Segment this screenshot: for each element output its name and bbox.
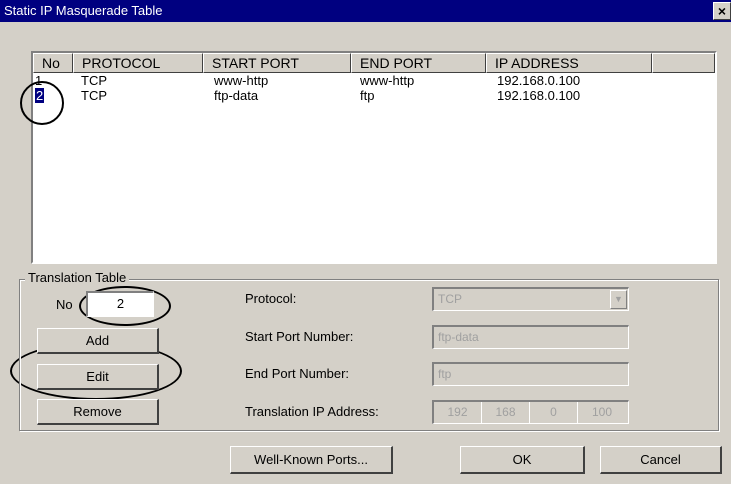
edit-button[interactable]: Edit	[37, 364, 159, 390]
start-port-label: Start Port Number:	[245, 329, 354, 344]
column-header-empty	[652, 53, 715, 73]
table-row-selected[interactable]: 2 TCP ftp-data ftp 192.168.0.100	[33, 88, 715, 103]
row-ip-address: 192.168.0.100	[497, 88, 581, 103]
start-port-field[interactable]: ftp-data	[432, 325, 629, 349]
row-end-port: ftp	[360, 88, 375, 103]
column-header-end-port[interactable]: END PORT	[351, 53, 486, 73]
ip-octet-4[interactable]: 100	[578, 402, 626, 423]
window-title: Static IP Masquerade Table	[4, 3, 163, 18]
well-known-ports-button[interactable]: Well-Known Ports...	[230, 446, 393, 474]
ip-octet-3[interactable]: 0	[530, 402, 578, 423]
no-label: No	[56, 297, 73, 312]
row-start-port: www-http	[214, 73, 269, 88]
row-protocol: TCP	[81, 73, 107, 88]
add-button[interactable]: Add	[37, 328, 159, 354]
end-port-field[interactable]: ftp	[432, 362, 629, 386]
no-input[interactable]: 2	[86, 291, 154, 317]
remove-button[interactable]: Remove	[37, 399, 159, 425]
row-ip-address: 192.168.0.100	[497, 73, 581, 88]
ip-octet-2[interactable]: 168	[482, 402, 530, 423]
close-button[interactable]: ×	[713, 2, 731, 20]
column-header-protocol[interactable]: PROTOCOL	[73, 53, 203, 73]
protocol-select[interactable]: TCP ▼	[432, 287, 629, 311]
row-protocol: TCP	[81, 88, 107, 103]
column-header-ip-address[interactable]: IP ADDRESS	[486, 53, 652, 73]
ip-octet-1[interactable]: 192	[434, 402, 482, 423]
list-header: No PROTOCOL START PORT END PORT IP ADDRE…	[33, 53, 715, 73]
end-port-label: End Port Number:	[245, 366, 350, 381]
cancel-button[interactable]: Cancel	[600, 446, 722, 474]
translation-ip-label: Translation IP Address:	[245, 404, 379, 419]
protocol-label: Protocol:	[245, 291, 297, 306]
row-start-port: ftp-data	[214, 88, 259, 103]
row-end-port: www-http	[360, 73, 415, 88]
masquerade-list[interactable]: No PROTOCOL START PORT END PORT IP ADDRE…	[31, 51, 717, 264]
row-no: 1	[35, 73, 43, 88]
column-header-no[interactable]: No	[33, 53, 73, 73]
ok-button[interactable]: OK	[460, 446, 585, 474]
column-header-start-port[interactable]: START PORT	[203, 53, 351, 73]
title-bar: Static IP Masquerade Table ×	[0, 0, 731, 22]
translation-ip-field[interactable]: 192 168 0 100	[432, 400, 629, 424]
chevron-down-icon[interactable]: ▼	[610, 290, 627, 309]
row-no-selected: 2	[35, 88, 45, 103]
static-ip-masquerade-dialog: Static IP Masquerade Table × No PROTOCOL…	[0, 0, 731, 484]
protocol-select-value: TCP	[438, 292, 462, 306]
translation-table-label: Translation Table	[25, 270, 130, 285]
close-icon: ×	[717, 3, 727, 19]
table-row[interactable]: 1 TCP www-http www-http 192.168.0.100	[33, 73, 715, 88]
